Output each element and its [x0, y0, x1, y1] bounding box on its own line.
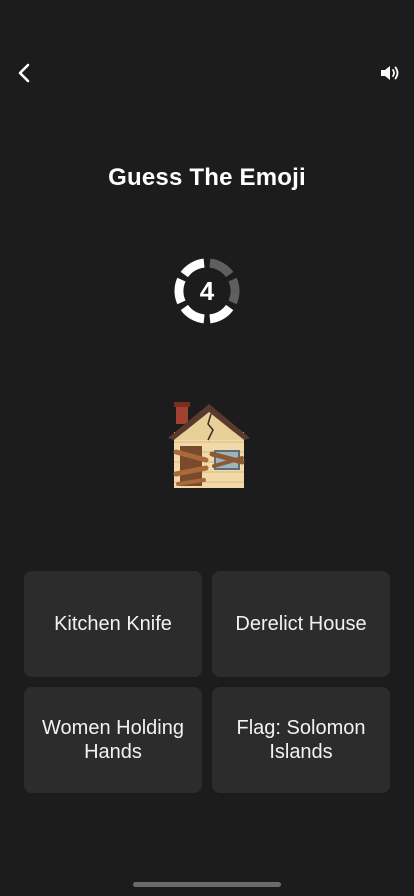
option-button-1[interactable]: Kitchen Knife: [24, 571, 202, 677]
page-title: Guess The Emoji: [108, 164, 306, 191]
speaker-icon: [381, 66, 399, 80]
option-button-2[interactable]: Derelict House: [212, 571, 390, 677]
game-screen: Guess The Emoji 4 Kitchen Knife Derelict…: [0, 0, 414, 896]
sound-toggle-button[interactable]: [376, 58, 404, 88]
countdown-timer: 4: [172, 256, 242, 326]
derelict-house-emoji: [164, 398, 252, 492]
option-button-3[interactable]: Women Holding Hands: [24, 687, 202, 793]
timer-value: 4: [199, 276, 215, 306]
answer-options: Kitchen Knife Derelict House Women Holdi…: [24, 571, 390, 793]
chevron-left-icon: [18, 63, 30, 83]
back-button[interactable]: [10, 58, 38, 88]
option-button-4[interactable]: Flag: Solomon Islands: [212, 687, 390, 793]
home-indicator[interactable]: [133, 882, 281, 887]
